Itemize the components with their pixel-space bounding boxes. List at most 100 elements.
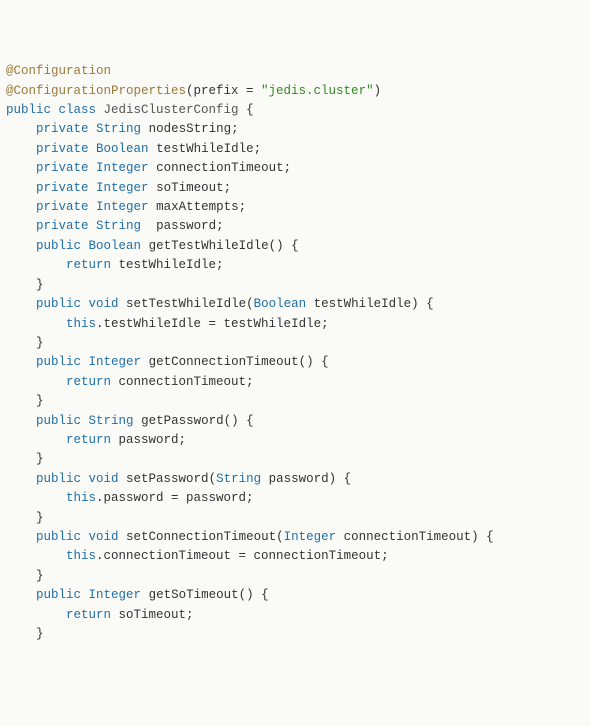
code-token: return [66,608,111,622]
code-token: .testWhileIdle = testWhileIdle; [96,317,329,331]
code-token: private [36,161,89,175]
code-token: private [36,181,89,195]
code-token: testWhileIdle; [111,258,224,272]
code-token: Integer [284,530,337,544]
code-line: public Integer getConnectionTimeout() { [6,353,584,372]
code-token: getConnectionTimeout [149,355,299,369]
code-token: Integer [96,161,149,175]
code-token [141,588,149,602]
code-token: password; [111,433,186,447]
code-token: connectionTimeout; [149,161,292,175]
code-line: return password; [6,431,584,450]
code-line: } [6,567,584,586]
code-token: () { [269,239,299,253]
code-token: this [66,317,96,331]
code-token [89,200,97,214]
code-line: public class JedisClusterConfig { [6,101,584,120]
code-token: String [96,122,141,136]
code-token: ( [246,297,254,311]
code-token: password) { [261,472,351,486]
code-token: nodesString; [141,122,239,136]
code-line: return testWhileIdle; [6,256,584,275]
code-line: } [6,276,584,295]
code-token: } [36,278,44,292]
code-token [119,297,127,311]
code-token: Boolean [96,142,149,156]
code-token [81,239,89,253]
code-token: public void [36,530,119,544]
code-token: getTestWhileIdle [149,239,269,253]
code-token [89,219,97,233]
code-token: getPassword [141,414,224,428]
code-token: public [36,588,81,602]
code-token: return [66,433,111,447]
code-token [119,472,127,486]
code-line: } [6,509,584,528]
code-token: soTimeout; [111,608,194,622]
code-token: Integer [96,181,149,195]
code-token: return [66,375,111,389]
code-token: public void [36,472,119,486]
code-token: Integer [89,588,142,602]
code-token: .password = password; [96,491,254,505]
code-line: return connectionTimeout; [6,373,584,392]
code-token: .connectionTimeout = connectionTimeout; [96,549,389,563]
code-line: private Integer connectionTimeout; [6,159,584,178]
code-token [81,355,89,369]
code-token: connectionTimeout) { [336,530,494,544]
code-token: } [36,627,44,641]
code-token: setTestWhileIdle [126,297,246,311]
code-line: @Configuration [6,62,584,81]
code-token: maxAttempts; [149,200,247,214]
code-token: } [36,569,44,583]
code-token: setConnectionTimeout [126,530,276,544]
code-token [81,414,89,428]
code-token: soTimeout; [149,181,232,195]
code-token: this [66,491,96,505]
code-line: public void setTestWhileIdle(Boolean tes… [6,295,584,314]
code-token [119,530,127,544]
code-line: private Boolean testWhileIdle; [6,140,584,159]
code-token [89,161,97,175]
code-token: { [239,103,254,117]
code-token: String [96,219,141,233]
code-line: this.connectionTimeout = connectionTimeo… [6,547,584,566]
code-token: Integer [89,355,142,369]
code-token: Boolean [89,239,142,253]
code-token: ) [374,84,382,98]
code-token: (prefix = [186,84,261,98]
code-token: ( [276,530,284,544]
code-token: public [36,239,81,253]
code-line: return soTimeout; [6,606,584,625]
code-token: @Configuration [6,64,111,78]
code-token: this [66,549,96,563]
code-token: } [36,336,44,350]
code-token: private [36,200,89,214]
code-token: testWhileIdle; [149,142,262,156]
code-token: () { [239,588,269,602]
code-token [89,122,97,136]
code-token: setPassword [126,472,209,486]
code-line: @ConfigurationProperties(prefix = "jedis… [6,82,584,101]
code-line: private String password; [6,217,584,236]
code-token: String [89,414,134,428]
code-token: private [36,122,89,136]
code-token: } [36,511,44,525]
code-token: private [36,219,89,233]
code-token: private [36,142,89,156]
code-token: Boolean [254,297,307,311]
code-token [141,239,149,253]
code-line: } [6,625,584,644]
code-line: private Integer maxAttempts; [6,198,584,217]
code-block: @Configuration@ConfigurationProperties(p… [6,62,584,644]
code-token: public class [6,103,96,117]
code-token: "jedis.cluster" [261,84,374,98]
code-line: private Integer soTimeout; [6,179,584,198]
code-token: @ConfigurationProperties [6,84,186,98]
code-token: } [36,452,44,466]
code-token [96,103,104,117]
code-token: password; [141,219,224,233]
code-token: Integer [96,200,149,214]
code-line: } [6,450,584,469]
code-token [89,142,97,156]
